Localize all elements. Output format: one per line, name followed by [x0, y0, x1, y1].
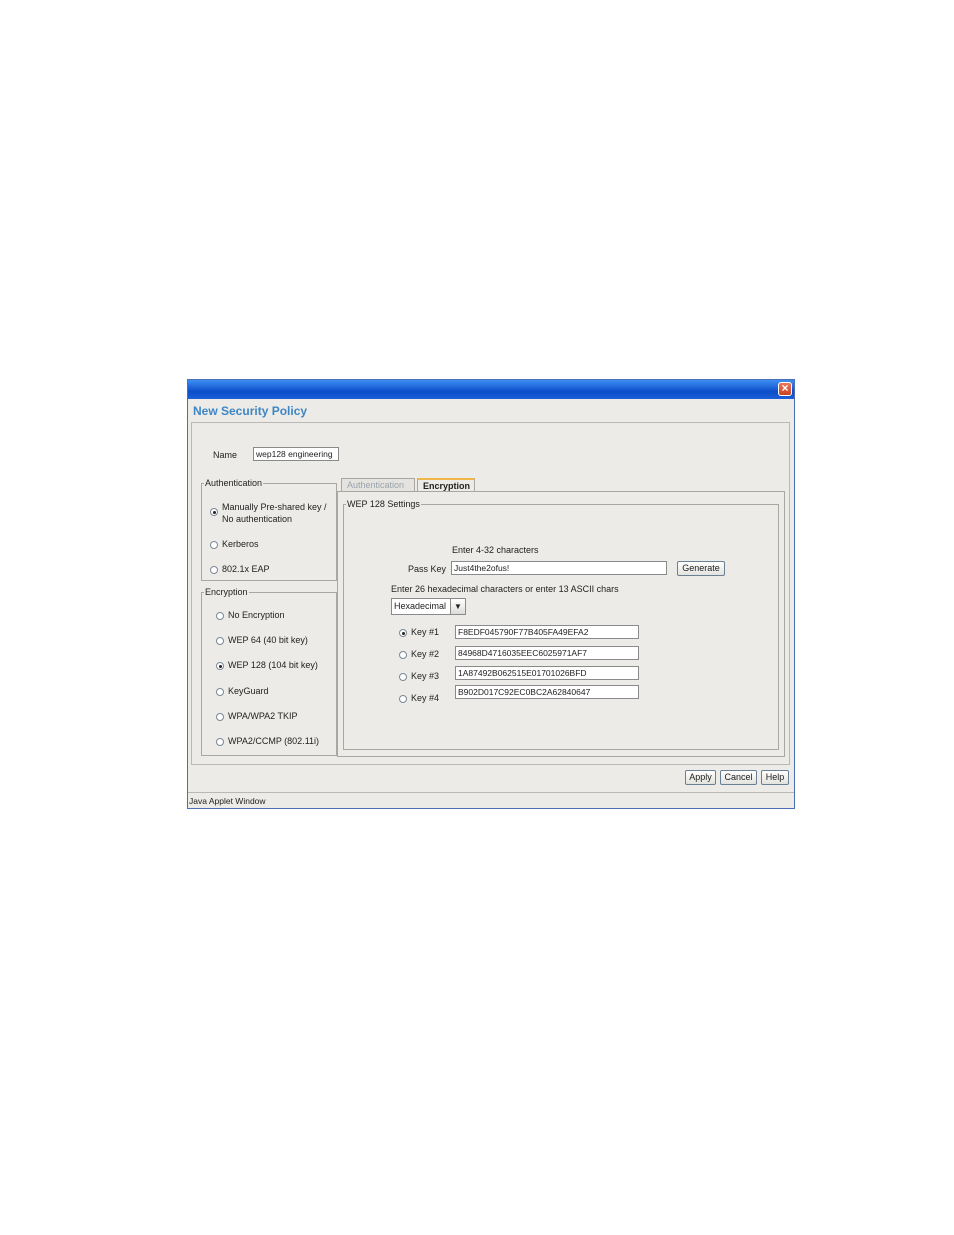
key-format-value: Hexadecimal — [394, 601, 447, 611]
close-icon[interactable]: × — [778, 382, 792, 396]
enc-option-label: No Encryption — [228, 610, 285, 620]
status-bar-text: Java Applet Window — [189, 796, 266, 806]
radio-icon[interactable] — [399, 695, 407, 703]
radio-icon[interactable] — [216, 612, 224, 620]
authentication-group: Authentication Manually Pre-shared key /… — [201, 478, 337, 581]
radio-icon[interactable] — [216, 662, 224, 670]
auth-option-psk-label-line1: Manually Pre-shared key / — [222, 502, 327, 512]
enc-option-label: KeyGuard — [228, 686, 269, 696]
name-input[interactable]: wep128 engineering — [253, 447, 339, 461]
apply-button[interactable]: Apply — [685, 770, 716, 785]
passkey-hint: Enter 4-32 characters — [452, 545, 539, 555]
status-bar: Java Applet Window — [188, 792, 794, 808]
name-label: Name — [213, 450, 238, 460]
page-title: New Security Policy — [193, 404, 308, 418]
tab-authentication[interactable]: Authentication — [341, 478, 415, 491]
radio-icon[interactable] — [399, 651, 407, 659]
security-policy-window: × New Security Policy Name wep128 engine… — [187, 379, 795, 809]
generate-button[interactable]: Generate — [677, 561, 725, 576]
key-format-select[interactable]: Hexadecimal ▼ — [391, 598, 466, 615]
title-bar[interactable]: × — [188, 380, 794, 399]
enc-option-label: WEP 64 (40 bit key) — [228, 635, 308, 645]
key-label: Key #1 — [411, 627, 440, 637]
tab-encryption[interactable]: Encryption — [417, 478, 475, 491]
radio-icon[interactable] — [216, 637, 224, 645]
help-button[interactable]: Help — [761, 770, 789, 785]
radio-icon[interactable] — [216, 738, 224, 746]
radio-icon[interactable] — [399, 673, 407, 681]
chevron-down-icon[interactable]: ▼ — [450, 599, 465, 614]
encryption-group: Encryption No Encryption WEP 64 (40 bit … — [201, 587, 337, 756]
cancel-button[interactable]: Cancel — [720, 770, 757, 785]
key-label: Key #2 — [411, 649, 440, 659]
enc-option-label: WPA/WPA2 TKIP — [228, 711, 298, 721]
enc-option-label: WEP 128 (104 bit key) — [228, 660, 318, 670]
encryption-group-title: Encryption — [204, 587, 249, 597]
passkey-input[interactable]: Just4the2ofus! — [451, 561, 667, 575]
radio-icon[interactable] — [399, 629, 407, 637]
radio-icon[interactable] — [210, 508, 218, 516]
key-input[interactable]: F8EDF045790F77B405FA49EFA2 — [455, 625, 639, 639]
authentication-group-title: Authentication — [204, 478, 264, 488]
auth-option-kerberos-label: Kerberos — [222, 539, 259, 549]
key-label: Key #3 — [411, 671, 440, 681]
radio-icon[interactable] — [216, 713, 224, 721]
main-panel: Name wep128 engineering Authentication M… — [191, 422, 790, 765]
enc-option-label: WPA2/CCMP (802.11i) — [228, 736, 320, 746]
wep-settings-title: WEP 128 Settings — [346, 499, 421, 509]
radio-icon[interactable] — [210, 541, 218, 549]
radio-icon[interactable] — [216, 688, 224, 696]
auth-option-eap-label: 802.1x EAP — [222, 564, 270, 574]
wep-settings-group: WEP 128 Settings Enter 4-32 characters P… — [343, 499, 779, 750]
key-label: Key #4 — [411, 693, 440, 703]
key-input[interactable]: 1A87492B062515E01701026BFD — [455, 666, 639, 680]
key-hint: Enter 26 hexadecimal characters or enter… — [391, 584, 619, 594]
passkey-label: Pass Key — [408, 564, 447, 574]
auth-option-psk-label-line2: No authentication — [222, 514, 293, 524]
key-input[interactable]: 84968D4716035EEC6025971AF7 — [455, 646, 639, 660]
key-input[interactable]: B902D017C92EC0BC2A62840647 — [455, 685, 639, 699]
tab-panel: WEP 128 Settings Enter 4-32 characters P… — [337, 491, 785, 757]
radio-icon[interactable] — [210, 566, 218, 574]
